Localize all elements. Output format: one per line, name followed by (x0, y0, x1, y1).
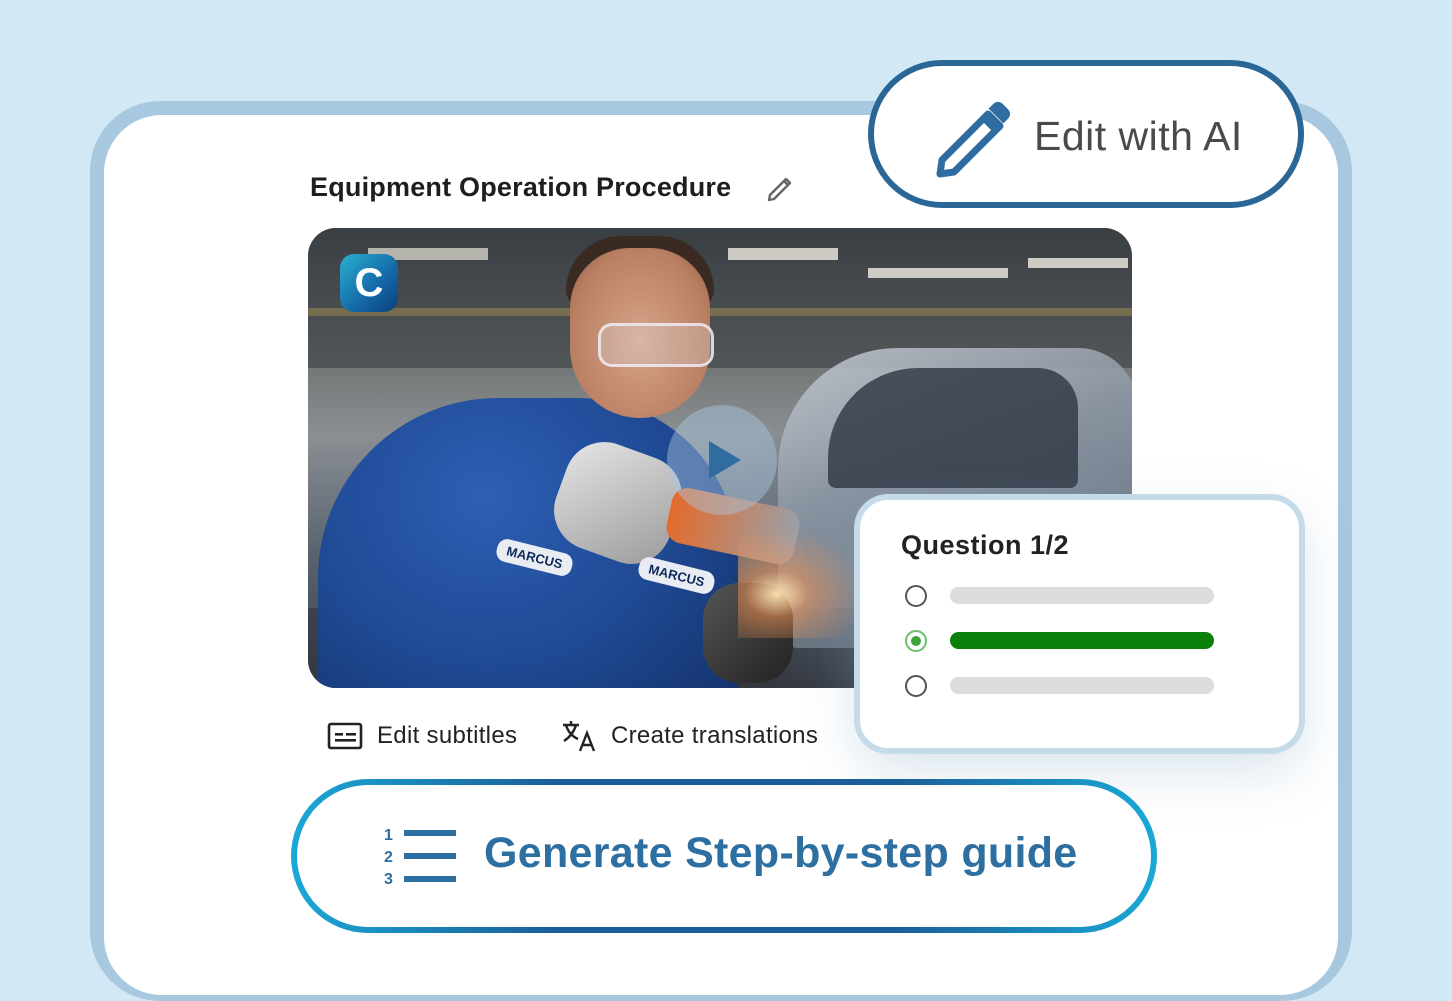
svg-text:3: 3 (384, 871, 393, 886)
document-title: Equipment Operation Procedure (310, 172, 732, 202)
edit-subtitles-label: Edit subtitles (377, 722, 518, 749)
subtitles-icon (327, 722, 363, 750)
car-window (828, 368, 1078, 488)
generate-guide-label: Generate Step-by-step guide (484, 829, 1078, 877)
translate-icon (563, 721, 596, 752)
play-icon (709, 441, 741, 479)
quiz-option-radio[interactable] (905, 585, 927, 607)
quiz-option-bar-correct (950, 632, 1214, 649)
pencil-icon[interactable] (764, 171, 798, 205)
pencil-icon (936, 102, 1010, 178)
safety-glasses (598, 323, 714, 367)
sparks (738, 528, 868, 638)
quiz-option-bar (950, 587, 1214, 604)
svg-text:1: 1 (384, 827, 393, 844)
edit-with-ai-button[interactable]: Edit with AI (868, 60, 1304, 208)
quiz-title: Question 1/2 (901, 530, 1070, 560)
numbered-list-icon: 1 2 3 (384, 827, 456, 886)
play-button[interactable] (667, 405, 777, 515)
svg-text:2: 2 (384, 849, 393, 866)
brand-logo: C (340, 254, 398, 312)
edit-with-ai-label: Edit with AI (1034, 113, 1243, 159)
create-translations-button[interactable]: Create translations (561, 715, 818, 757)
quiz-option-radio[interactable] (905, 675, 927, 697)
create-translations-label: Create translations (611, 722, 819, 749)
edit-subtitles-button[interactable]: Edit subtitles (327, 715, 517, 757)
quiz-option-bar (950, 677, 1214, 694)
quiz-option-radio-selected[interactable] (905, 630, 927, 652)
